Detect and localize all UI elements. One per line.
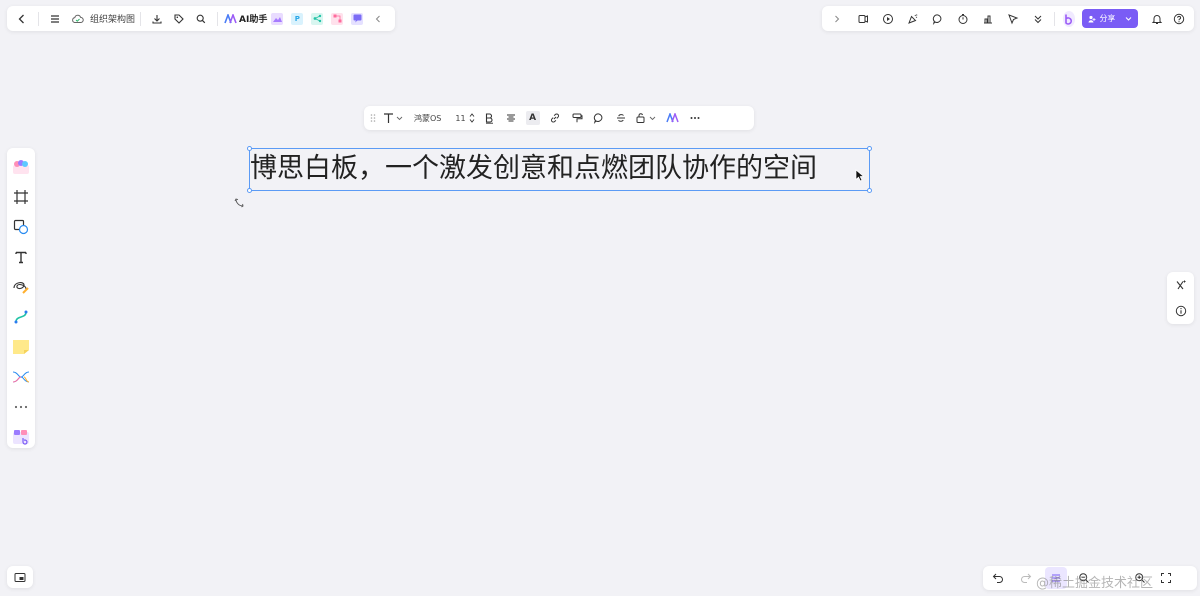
- format-painter-icon[interactable]: [566, 107, 588, 129]
- ai-assistant-label[interactable]: AI助手: [239, 12, 267, 25]
- comment-icon[interactable]: [588, 107, 610, 129]
- chevron-down-icon[interactable]: [1125, 15, 1132, 22]
- share-button[interactable]: 分享: [1082, 9, 1138, 28]
- comment-icon[interactable]: [927, 8, 949, 30]
- resize-handle-bottom-right[interactable]: [867, 188, 872, 193]
- lock-dropdown[interactable]: [632, 107, 662, 129]
- back-icon[interactable]: [11, 8, 33, 30]
- sticky-note-icon[interactable]: [8, 332, 34, 362]
- text-tool-icon[interactable]: [8, 242, 34, 272]
- top-right-toolbar: 分享: [822, 6, 1194, 31]
- download-icon[interactable]: [146, 8, 168, 30]
- text-color-icon[interactable]: A: [522, 107, 544, 129]
- link-icon[interactable]: [544, 107, 566, 129]
- presenter-icon[interactable]: [852, 8, 874, 30]
- more-tools-icon[interactable]: [8, 392, 34, 422]
- mindmap-app-icon[interactable]: [311, 12, 324, 25]
- top-left-toolbar: 组织架构图 AI助手 P: [7, 6, 395, 31]
- text-type-dropdown[interactable]: [378, 107, 408, 129]
- right-mini-rail: [1167, 272, 1194, 324]
- mindmap-tool-icon[interactable]: [8, 362, 34, 392]
- notification-bell-icon[interactable]: [1146, 8, 1168, 30]
- minimap-icon: [14, 572, 26, 582]
- document-title[interactable]: 组织架构图: [90, 12, 135, 25]
- expand-chevron-icon[interactable]: [826, 8, 848, 30]
- more-options-icon[interactable]: [684, 107, 706, 129]
- app-center-icon[interactable]: [8, 422, 34, 452]
- templates-icon[interactable]: [8, 152, 34, 182]
- lock-icon: [636, 113, 655, 123]
- follow-cursor-icon[interactable]: [1002, 8, 1024, 30]
- minimap-toggle[interactable]: [7, 566, 33, 588]
- info-icon[interactable]: [1170, 300, 1192, 322]
- font-size-value[interactable]: 11: [455, 114, 465, 123]
- share-label: 分享: [1099, 14, 1116, 23]
- help-icon[interactable]: [1168, 8, 1190, 30]
- ai-sparkle-icon[interactable]: [1170, 274, 1192, 296]
- ai-assistant-icon[interactable]: [223, 8, 237, 30]
- collapse-chevron-icon[interactable]: [367, 8, 389, 30]
- drag-handle-icon[interactable]: [368, 107, 378, 129]
- timer-icon[interactable]: [952, 8, 974, 30]
- comment-app-icon[interactable]: [351, 12, 364, 25]
- resize-handle-top-right[interactable]: [867, 146, 872, 151]
- mouse-cursor-icon: [855, 167, 865, 186]
- align-center-icon[interactable]: [500, 107, 522, 129]
- fit-screen-icon[interactable]: [1155, 567, 1177, 589]
- play-icon[interactable]: [877, 8, 899, 30]
- ai-assistant-icon[interactable]: [662, 107, 684, 129]
- frame-tool-icon[interactable]: [8, 182, 34, 212]
- shape-tool-icon[interactable]: [8, 212, 34, 242]
- search-icon[interactable]: [190, 8, 212, 30]
- bold-icon[interactable]: [478, 107, 500, 129]
- cloud-saved-icon: [66, 8, 88, 30]
- divider: [1054, 11, 1055, 26]
- vote-icon[interactable]: [977, 8, 999, 30]
- watermark: @稀土掘金技术社区: [1036, 576, 1154, 591]
- redo-icon[interactable]: [1015, 567, 1037, 589]
- image-app-icon[interactable]: [271, 12, 284, 25]
- p-app-icon[interactable]: P: [291, 12, 304, 25]
- divider: [38, 11, 39, 26]
- divider: [217, 11, 219, 26]
- menu-icon[interactable]: [44, 8, 66, 30]
- celebrate-icon[interactable]: [902, 8, 924, 30]
- connector-tool-icon[interactable]: [8, 302, 34, 332]
- text-format-toolbar: 鸿蒙OS 11 A: [364, 106, 754, 130]
- text-type-icon: [384, 113, 403, 123]
- divider: [140, 11, 142, 26]
- rotate-handle-icon[interactable]: [234, 194, 246, 213]
- left-tool-rail: [7, 148, 35, 448]
- tag-icon[interactable]: [168, 8, 190, 30]
- flow-app-icon[interactable]: [331, 12, 344, 25]
- share-user-icon: [1088, 15, 1096, 22]
- avatar[interactable]: [1063, 10, 1076, 27]
- font-family-select[interactable]: 鸿蒙OS: [414, 113, 441, 124]
- canvas-text-content[interactable]: 博思白板，一个激发创意和点燃团队协作的空间: [250, 149, 850, 189]
- more-down-icon[interactable]: [1027, 8, 1049, 30]
- undo-icon[interactable]: [987, 567, 1009, 589]
- strikethrough-icon[interactable]: [610, 107, 632, 129]
- pen-tool-icon[interactable]: [8, 272, 34, 302]
- font-size-stepper-icon[interactable]: [466, 107, 478, 129]
